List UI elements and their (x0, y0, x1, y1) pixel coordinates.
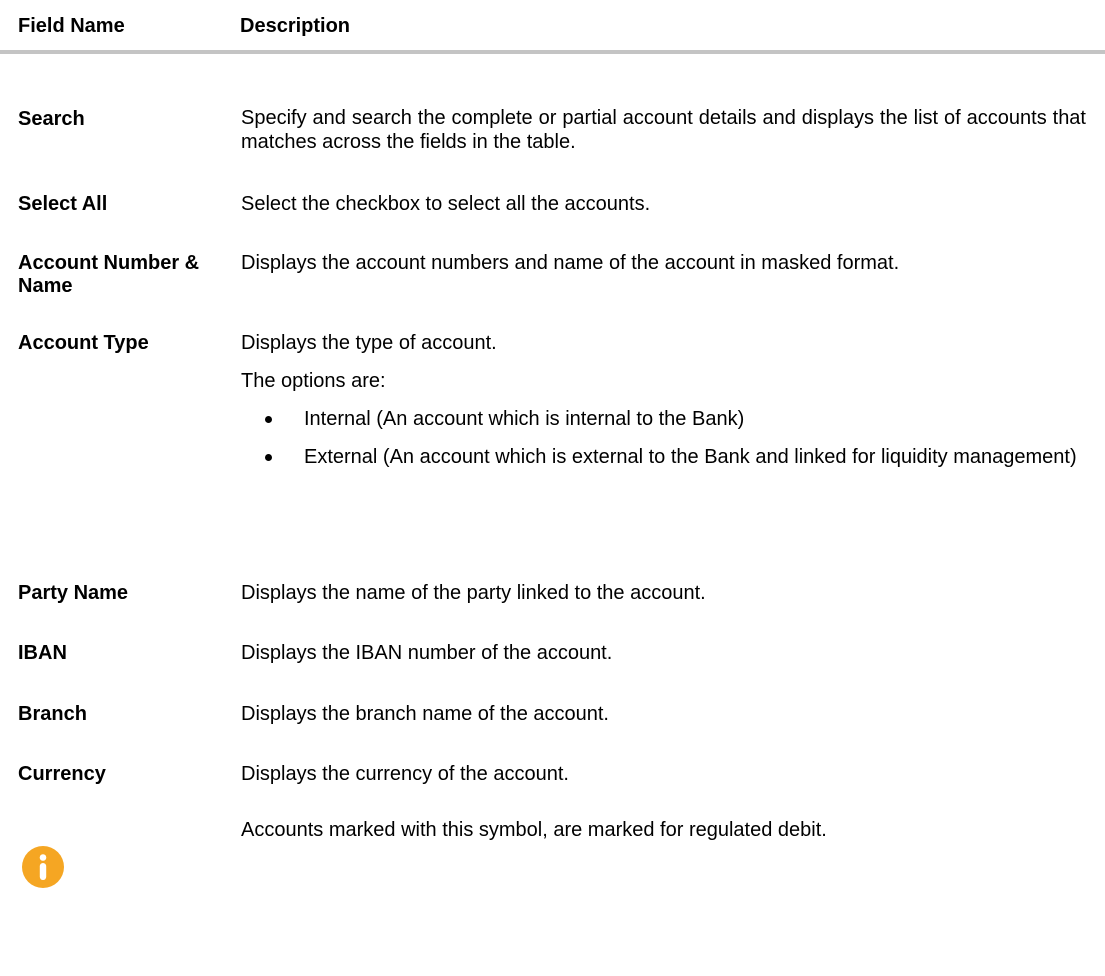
field-description: Accounts marked with this symbol, are ma… (241, 818, 1086, 842)
options-label: The options are: (241, 370, 386, 392)
info-icon (22, 846, 64, 888)
field-name: Party Name (18, 582, 129, 604)
description-text: Displays the IBAN number of the account. (241, 642, 613, 664)
description-text: Accounts marked with this symbol, are ma… (241, 819, 827, 841)
field-name: Search (18, 108, 85, 130)
option-text: External (An account which is external t… (304, 446, 1077, 468)
field-description: Specify and search the complete or parti… (241, 106, 1086, 154)
description-text: Displays the type of account. (241, 332, 497, 354)
field-description: Displays the account numbers and name of… (241, 251, 1086, 275)
field-description: Displays the IBAN number of the account. (241, 641, 1086, 665)
header-divider (0, 50, 1105, 54)
list-item: Internal (An account which is internal t… (241, 407, 1086, 431)
field-name: Select All (18, 193, 108, 215)
table-header: Field Name Description (0, 0, 1105, 54)
field-description: Displays the currency of the account. (241, 762, 1086, 786)
field-name: Branch (18, 703, 87, 725)
field-description: Select the checkbox to select all the ac… (241, 192, 1086, 216)
description-text: Displays the currency of the account. (241, 763, 569, 785)
description-text: Specify and search the complete or parti… (241, 107, 1086, 153)
field-name: Account Type (18, 332, 149, 354)
list-item: External (An account which is external t… (241, 445, 1086, 469)
field-name: Account Number & Name (18, 252, 200, 297)
description-text: Displays the account numbers and name of… (241, 252, 900, 274)
description-text: Select the checkbox to select all the ac… (241, 193, 651, 215)
field-name-header: Field Name (18, 15, 125, 37)
description-header: Description (240, 15, 351, 37)
bullet-icon (265, 416, 272, 423)
option-text: Internal (An account which is internal t… (304, 408, 745, 430)
description-text: Displays the name of the party linked to… (241, 582, 706, 604)
field-name: Currency (18, 763, 106, 785)
options-list: Internal (An account which is internal t… (241, 407, 1086, 469)
field-description: Displays the name of the party linked to… (241, 581, 1086, 605)
field-description: Displays the type of account. The option… (241, 331, 1086, 483)
description-text: Displays the branch name of the account. (241, 703, 609, 725)
field-description: Displays the branch name of the account. (241, 702, 1086, 726)
field-name: IBAN (18, 642, 67, 664)
bullet-icon (265, 454, 272, 461)
